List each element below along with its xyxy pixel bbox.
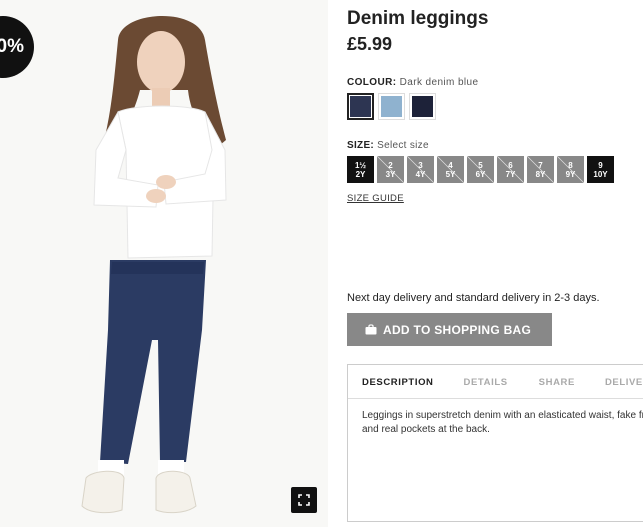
fullscreen-icon: [298, 494, 310, 506]
size-option-bottom: 7Y: [505, 169, 516, 179]
size-option-top: 3: [418, 160, 423, 170]
add-to-bag-button[interactable]: ADD TO SHOPPING BAG: [347, 313, 552, 346]
size-option-top: 2: [388, 160, 393, 170]
size-placeholder: Select size: [377, 140, 429, 151]
colour-swatches: [347, 93, 436, 120]
description-line: and real pockets at the back.: [362, 424, 490, 435]
size-option-top: 1½: [354, 160, 367, 170]
fullscreen-button[interactable]: [291, 487, 317, 513]
product-photo: [0, 0, 328, 527]
size-option-bottom: 6Y: [475, 169, 486, 179]
size-option[interactable]: 2 3Y: [377, 156, 404, 183]
size-option[interactable]: 6 7Y: [497, 156, 524, 183]
size-option-top: 9: [598, 160, 603, 170]
size-option-bottom: 3Y: [385, 169, 396, 179]
delivery-info: Next day delivery and standard delivery …: [347, 292, 600, 304]
size-option[interactable]: 1½ 2Y: [347, 156, 374, 183]
product-image-pane[interactable]: 0%: [0, 0, 328, 527]
size-option[interactable]: 7 8Y: [527, 156, 554, 183]
swatch-fill: [412, 96, 433, 117]
size-option-top: 8: [568, 160, 573, 170]
tab-delivery[interactable]: DELIVERY: [605, 365, 643, 398]
size-option-bottom: 2Y: [355, 169, 366, 179]
tab-share[interactable]: SHARE: [539, 365, 575, 398]
colour-swatch[interactable]: [409, 93, 436, 120]
description-text: Leggings in superstretch denim with an e…: [348, 399, 643, 437]
size-option-top: 6: [508, 160, 513, 170]
size-option-bottom: 10Y: [593, 169, 608, 179]
size-option-top: 4: [448, 160, 453, 170]
size-option-bottom: 4Y: [415, 169, 426, 179]
size-option-top: 7: [538, 160, 543, 170]
size-option-top: 5: [478, 160, 483, 170]
size-option-bottom: 8Y: [535, 169, 546, 179]
size-option[interactable]: 4 5Y: [437, 156, 464, 183]
colour-selected-value: Dark denim blue: [399, 77, 479, 88]
size-option[interactable]: 9 10Y: [587, 156, 614, 183]
colour-swatch[interactable]: [378, 93, 405, 120]
product-info-panel: DESCRIPTION DETAILS SHARE DELIVERY Leggi…: [347, 364, 643, 522]
size-option[interactable]: 8 9Y: [557, 156, 584, 183]
size-guide-link[interactable]: SIZE GUIDE: [347, 193, 404, 204]
size-label-heading: SIZE:: [347, 140, 375, 151]
swatch-fill: [381, 96, 402, 117]
shopping-bag-icon: [365, 324, 377, 335]
size-option[interactable]: 3 4Y: [407, 156, 434, 183]
swatch-fill: [350, 96, 371, 117]
description-line: Leggings in superstretch denim with an e…: [362, 410, 643, 421]
tab-details[interactable]: DETAILS: [464, 365, 508, 398]
size-option-bottom: 9Y: [565, 169, 576, 179]
size-options: 1½ 2Y 2 3Y 3 4Y 4 5Y 5 6Y 6 7Y 7 8Y 8 9Y 9 10Y: [347, 156, 614, 183]
size-option-bottom: 5Y: [445, 169, 456, 179]
add-to-bag-label: ADD TO SHOPPING BAG: [383, 322, 532, 337]
product-price: £5.99: [347, 34, 393, 54]
colour-label-heading: COLOUR:: [347, 77, 397, 88]
info-tabs: DESCRIPTION DETAILS SHARE DELIVERY: [348, 365, 643, 399]
size-label: SIZE: Select size: [347, 140, 429, 151]
colour-label: COLOUR: Dark denim blue: [347, 77, 478, 88]
size-option[interactable]: 5 6Y: [467, 156, 494, 183]
colour-swatch[interactable]: [347, 93, 374, 120]
tab-description[interactable]: DESCRIPTION: [362, 365, 434, 398]
product-title: Denim leggings: [347, 8, 489, 29]
